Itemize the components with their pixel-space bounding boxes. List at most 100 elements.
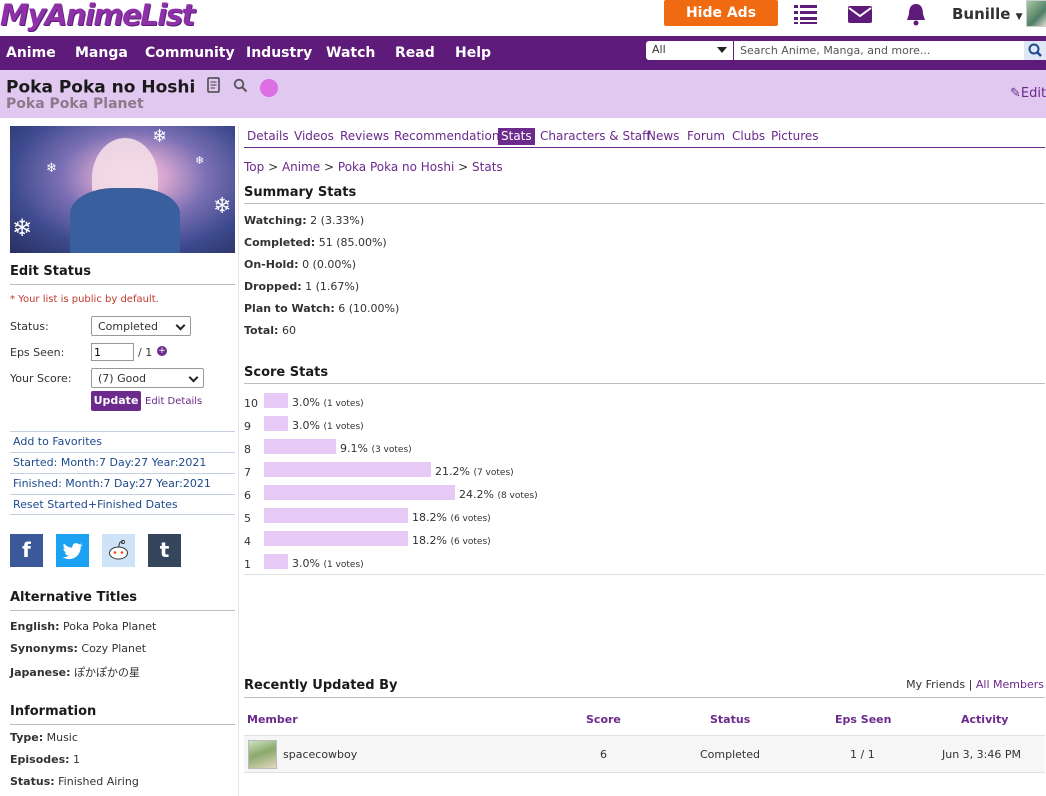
- score-select-value: (7) Good: [98, 372, 147, 385]
- tab-reviews[interactable]: Reviews: [337, 128, 392, 145]
- alt-title-japanese: Japanese: ぽかぽかの星: [10, 664, 140, 680]
- member-name-link[interactable]: spacecowboy: [283, 748, 357, 761]
- stat-value: 0 (0.00%): [302, 258, 357, 271]
- stat-value: 2 (3.33%): [310, 214, 365, 227]
- add-to-favorites-link[interactable]: Add to Favorites: [10, 431, 235, 452]
- notification-bell-icon[interactable]: [902, 2, 930, 26]
- column-activity: Activity: [961, 713, 1009, 726]
- increment-episode-icon[interactable]: +: [157, 346, 167, 356]
- eps-seen-input[interactable]: [91, 343, 134, 361]
- tab-clubs[interactable]: Clubs: [729, 128, 768, 145]
- search-icon[interactable]: [233, 78, 248, 98]
- edit-status-heading: Edit Status: [10, 264, 235, 285]
- breadcrumb-title[interactable]: Poka Poka no Hoshi: [338, 160, 454, 174]
- score-select[interactable]: (7) Good: [91, 368, 204, 388]
- tab-news[interactable]: News: [644, 128, 682, 145]
- stat-value: 6 (10.00%): [338, 302, 400, 315]
- edit-button[interactable]: ✎Edit: [1010, 86, 1046, 101]
- nav-help[interactable]: Help: [455, 45, 491, 61]
- finished-date-link[interactable]: Finished: Month:7 Day:27 Year:2021: [10, 473, 235, 494]
- score-percent: 21.2% (7 votes): [435, 465, 514, 478]
- info-type: Type: Music: [10, 731, 78, 744]
- table-row: spacecowboy 6 Completed 1 / 1 Jun 3, 3:4…: [244, 735, 1045, 773]
- nav-manga[interactable]: Manga: [75, 45, 128, 61]
- tab-videos[interactable]: Videos: [291, 128, 337, 145]
- member-activity: Jun 3, 3:46 PM: [942, 748, 1021, 761]
- nav-read[interactable]: Read: [395, 45, 435, 61]
- reset-dates-link[interactable]: Reset Started+Finished Dates: [10, 494, 235, 515]
- copy-icon[interactable]: [207, 77, 221, 98]
- stat-on-hold: On-Hold: 0 (0.00%): [244, 258, 356, 271]
- score-row: 8 9.1% (3 votes): [244, 439, 844, 459]
- score-value: 4: [244, 535, 251, 548]
- caret-down-icon: [717, 47, 727, 53]
- member-score: 6: [600, 748, 607, 761]
- breadcrumb-stats[interactable]: Stats: [472, 160, 503, 174]
- score-row: 10 3.0% (1 votes): [244, 393, 844, 413]
- facebook-share-icon[interactable]: f: [10, 534, 43, 567]
- filter-my-friends[interactable]: My Friends: [906, 678, 965, 691]
- main-nav: Anime Manga Community Industry Watch Rea…: [0, 36, 1046, 70]
- score-bar: [264, 485, 455, 500]
- tab-forum[interactable]: Forum: [684, 128, 728, 145]
- score-value: 10: [244, 397, 258, 410]
- your-score-label: Your Score:: [10, 372, 72, 385]
- score-vote-count: (3 votes): [371, 445, 412, 455]
- search-category-select[interactable]: All: [646, 41, 733, 60]
- breadcrumb-separator: >: [458, 160, 473, 174]
- nav-watch[interactable]: Watch: [326, 45, 375, 61]
- search-input[interactable]: [734, 41, 1024, 60]
- chevron-down-icon: [175, 320, 186, 331]
- score-bar: [264, 531, 408, 546]
- hide-ads-button[interactable]: Hide Ads: [664, 0, 778, 26]
- anime-tabs: Details Videos Reviews Recommendations S…: [244, 128, 1045, 148]
- site-logo[interactable]: MyAnimeList: [0, 0, 195, 32]
- info-status: Status: Finished Airing: [10, 775, 139, 788]
- score-percent: 18.2% (6 votes): [412, 534, 491, 547]
- anime-title-bar: Poka Poka no Hoshi Poka Poka Planet ✎Edi…: [0, 70, 1046, 118]
- fansub-icon[interactable]: [260, 78, 279, 97]
- public-note: * Your list is public by default.: [10, 294, 159, 305]
- stat-key: Total:: [244, 324, 279, 337]
- score-bar: [264, 439, 336, 454]
- info-value: Music: [46, 731, 78, 744]
- tab-stats[interactable]: Stats: [498, 128, 535, 145]
- tab-recommendations[interactable]: Recommendations: [391, 128, 509, 145]
- score-row: 9 3.0% (1 votes): [244, 416, 844, 436]
- breadcrumb-top[interactable]: Top: [244, 160, 264, 174]
- tab-details[interactable]: Details: [244, 128, 292, 145]
- score-vote-count: (1 votes): [323, 560, 364, 570]
- nav-industry[interactable]: Industry: [246, 45, 312, 61]
- user-avatar[interactable]: [1026, 0, 1046, 27]
- score-bar: [264, 462, 431, 477]
- score-percent-value: 9.1%: [340, 442, 368, 455]
- edit-details-link[interactable]: Edit Details: [145, 396, 202, 407]
- tumblr-share-icon[interactable]: t: [148, 534, 181, 567]
- list-icon[interactable]: [792, 2, 820, 26]
- user-menu[interactable]: Bunille ▼: [952, 5, 1023, 23]
- status-select[interactable]: Completed: [91, 316, 191, 336]
- twitter-share-icon[interactable]: [56, 534, 89, 567]
- anime-cover-image[interactable]: ❄ ❄ ❄ ❄ ❄: [10, 126, 235, 253]
- score-value: 9: [244, 420, 251, 433]
- nav-community[interactable]: Community: [145, 45, 235, 61]
- filter-all-members[interactable]: All Members: [976, 678, 1044, 691]
- mail-icon[interactable]: [846, 2, 874, 26]
- eps-seen-label: Eps Seen:: [10, 346, 65, 359]
- search-icon: [1028, 43, 1042, 57]
- alt-title-english: English: Poka Poka Planet: [10, 620, 156, 633]
- tab-characters-staff[interactable]: Characters & Staff: [537, 128, 653, 145]
- member-avatar[interactable]: [248, 740, 277, 769]
- username: Bunille: [952, 5, 1011, 23]
- anime-english-title: Poka Poka Planet: [6, 96, 144, 112]
- info-episodes: Episodes: 1: [10, 753, 80, 766]
- update-button[interactable]: Update: [91, 391, 141, 411]
- score-vote-count: (1 votes): [323, 399, 364, 409]
- breadcrumb-anime[interactable]: Anime: [282, 160, 320, 174]
- tab-pictures[interactable]: Pictures: [768, 128, 822, 145]
- started-date-link[interactable]: Started: Month:7 Day:27 Year:2021: [10, 452, 235, 473]
- left-sidebar: ❄ ❄ ❄ ❄ ❄: [10, 126, 235, 253]
- reddit-share-icon[interactable]: [102, 534, 135, 567]
- nav-anime[interactable]: Anime: [6, 45, 56, 61]
- search-button[interactable]: [1024, 41, 1046, 60]
